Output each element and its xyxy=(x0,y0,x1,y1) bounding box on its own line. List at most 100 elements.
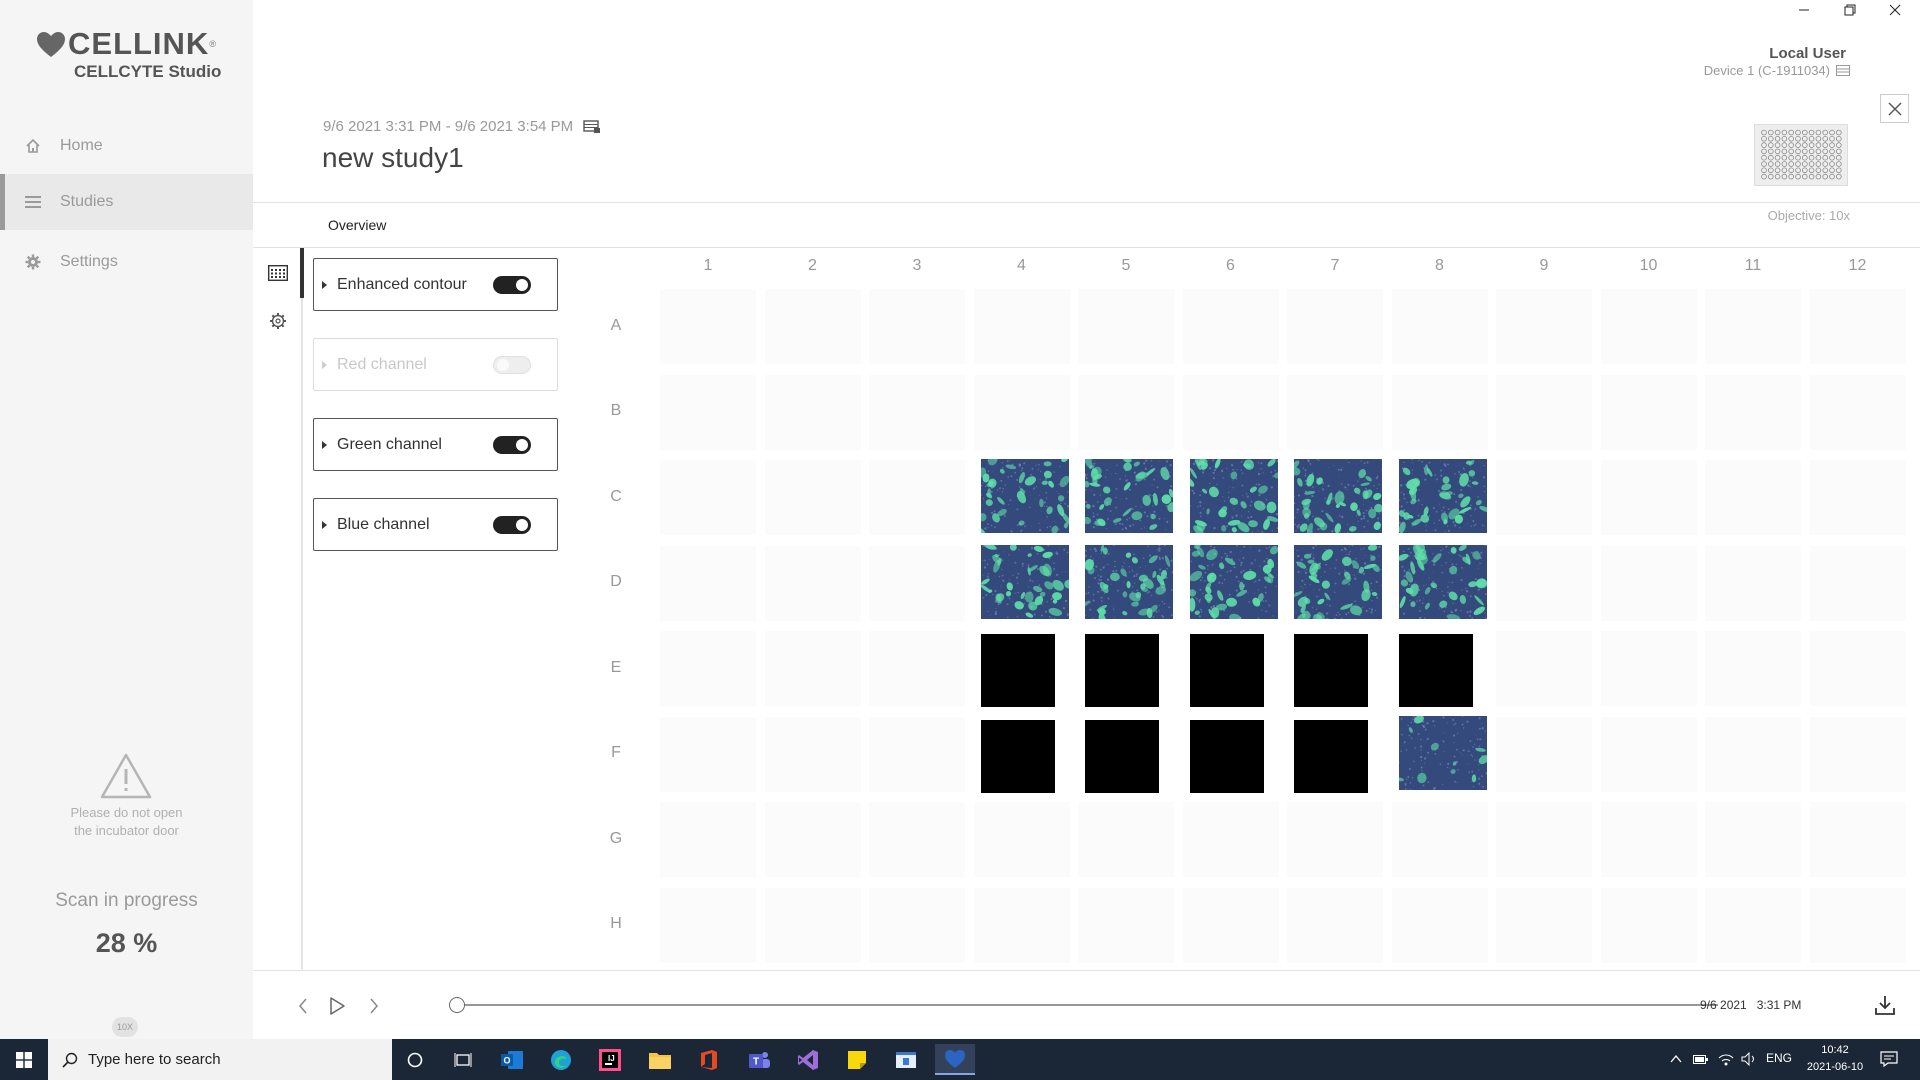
well-f10[interactable] xyxy=(1600,716,1697,792)
well-h8[interactable] xyxy=(1391,887,1488,963)
well-h2[interactable] xyxy=(764,887,861,963)
well-e10[interactable] xyxy=(1600,631,1697,706)
well-d4[interactable] xyxy=(980,544,1069,619)
well-c11[interactable] xyxy=(1705,460,1801,535)
well-e11[interactable] xyxy=(1705,631,1801,706)
taskbar-search[interactable]: Type here to search xyxy=(48,1039,392,1080)
well-d7[interactable] xyxy=(1294,544,1382,619)
well-h10[interactable] xyxy=(1600,887,1697,963)
plate-view-button[interactable] xyxy=(265,260,291,286)
well-d2[interactable] xyxy=(764,545,861,621)
well-h7[interactable] xyxy=(1287,887,1383,963)
well-c10[interactable] xyxy=(1600,460,1697,535)
well-f9[interactable] xyxy=(1496,716,1592,792)
well-e9[interactable] xyxy=(1496,631,1592,706)
well-a4[interactable] xyxy=(973,289,1070,364)
well-d10[interactable] xyxy=(1600,545,1697,621)
channel-toggle[interactable] xyxy=(493,275,531,294)
channel-toggle[interactable] xyxy=(493,515,531,534)
taskbar-app-jetbrains[interactable]: IJ xyxy=(590,1044,630,1075)
channel-green[interactable]: Green channel xyxy=(313,418,558,471)
well-c12[interactable] xyxy=(1809,460,1906,535)
well-a9[interactable] xyxy=(1496,289,1592,364)
well-c2[interactable] xyxy=(764,460,861,535)
well-g1[interactable] xyxy=(660,802,756,877)
taskbar-app-sticky-notes[interactable] xyxy=(837,1044,877,1075)
well-e1[interactable] xyxy=(660,631,756,706)
well-d5[interactable] xyxy=(1085,544,1173,619)
well-g5[interactable] xyxy=(1078,802,1174,877)
well-g7[interactable] xyxy=(1287,802,1383,877)
next-button[interactable] xyxy=(364,995,384,1017)
well-d6[interactable] xyxy=(1189,544,1278,619)
chevron-up-icon[interactable] xyxy=(1670,1054,1682,1064)
device-list-icon[interactable] xyxy=(583,119,601,134)
well-a2[interactable] xyxy=(764,289,861,364)
well-c7[interactable] xyxy=(1294,459,1382,533)
taskbar-app-cellcyte[interactable] xyxy=(935,1044,975,1075)
well-f4[interactable] xyxy=(980,719,1055,793)
well-c9[interactable] xyxy=(1496,460,1592,535)
well-e8[interactable] xyxy=(1398,634,1473,707)
timeline-track[interactable] xyxy=(458,1004,1718,1006)
well-f3[interactable] xyxy=(869,716,965,792)
well-a3[interactable] xyxy=(869,289,965,364)
well-d11[interactable] xyxy=(1705,545,1801,621)
well-h9[interactable] xyxy=(1496,887,1592,963)
well-a11[interactable] xyxy=(1705,289,1801,364)
well-h4[interactable] xyxy=(973,887,1070,963)
well-h5[interactable] xyxy=(1078,887,1174,963)
well-e6[interactable] xyxy=(1189,634,1264,707)
well-f6[interactable] xyxy=(1189,719,1264,793)
well-b2[interactable] xyxy=(764,374,861,450)
well-f5[interactable] xyxy=(1085,719,1159,793)
taskbar-clock[interactable]: 10:42 2021-06-10 xyxy=(1800,1042,1870,1076)
well-b1[interactable] xyxy=(660,374,756,450)
sidebar-item-studies[interactable]: Studies xyxy=(0,174,253,230)
well-f1[interactable] xyxy=(660,716,756,792)
taskbar-app-window[interactable] xyxy=(886,1044,926,1075)
well-h1[interactable] xyxy=(660,887,756,963)
well-g3[interactable] xyxy=(869,802,965,877)
download-button[interactable] xyxy=(1871,991,1899,1019)
close-study-button[interactable] xyxy=(1880,94,1909,123)
well-e7[interactable] xyxy=(1294,634,1368,707)
well-b7[interactable] xyxy=(1287,374,1383,450)
well-c6[interactable] xyxy=(1189,459,1278,533)
well-b9[interactable] xyxy=(1496,374,1592,450)
tab-overview[interactable]: Overview xyxy=(328,217,386,233)
sidebar-item-settings[interactable]: Settings xyxy=(0,234,253,290)
well-d1[interactable] xyxy=(660,545,756,621)
well-g2[interactable] xyxy=(764,802,861,877)
view-settings-button[interactable] xyxy=(265,308,291,334)
well-a12[interactable] xyxy=(1809,289,1906,364)
start-button[interactable] xyxy=(0,1039,48,1080)
well-a5[interactable] xyxy=(1078,289,1174,364)
well-f8[interactable] xyxy=(1398,715,1487,790)
well-e5[interactable] xyxy=(1085,634,1159,707)
well-b10[interactable] xyxy=(1600,374,1697,450)
volume-icon[interactable] xyxy=(1741,1052,1757,1066)
taskbar-app-outlook[interactable]: O xyxy=(492,1044,532,1075)
timeline-slider-handle[interactable] xyxy=(449,997,465,1013)
channel-toggle[interactable] xyxy=(493,435,531,454)
channel-enhanced-contour[interactable]: Enhanced contour xyxy=(313,258,558,311)
play-button[interactable] xyxy=(327,995,347,1017)
well-e2[interactable] xyxy=(764,631,861,706)
well-e4[interactable] xyxy=(980,634,1055,707)
taskbar-app-office[interactable] xyxy=(689,1044,729,1075)
well-b11[interactable] xyxy=(1705,374,1801,450)
well-a8[interactable] xyxy=(1391,289,1488,364)
well-g8[interactable] xyxy=(1391,802,1488,877)
wifi-icon[interactable] xyxy=(1718,1052,1734,1066)
well-c4[interactable] xyxy=(980,459,1069,533)
well-b12[interactable] xyxy=(1809,374,1906,450)
language-indicator[interactable]: ENG xyxy=(1766,1051,1792,1065)
well-f12[interactable] xyxy=(1809,716,1906,792)
well-g10[interactable] xyxy=(1600,802,1697,877)
well-a7[interactable] xyxy=(1287,289,1383,364)
taskbar-app-explorer[interactable] xyxy=(640,1044,680,1075)
taskbar-app-edge[interactable] xyxy=(541,1044,581,1075)
restore-button[interactable] xyxy=(1827,0,1873,20)
well-g12[interactable] xyxy=(1809,802,1906,877)
